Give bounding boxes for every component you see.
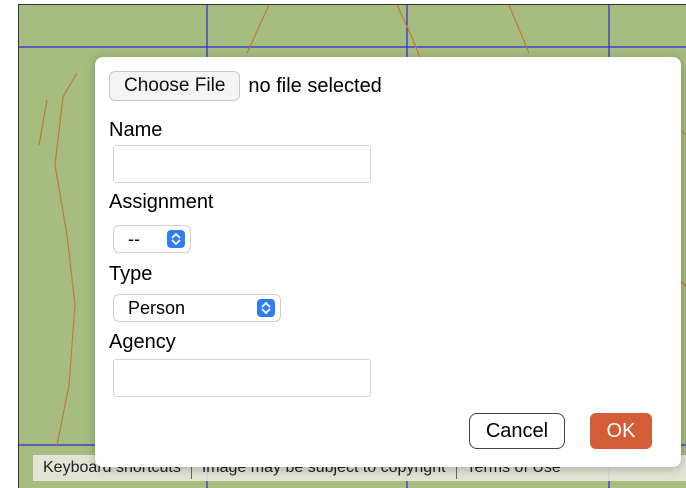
assignment-selected-value: -- <box>128 228 140 249</box>
file-status-text: no file selected <box>248 74 382 97</box>
name-label: Name <box>109 119 163 141</box>
ok-button[interactable]: OK <box>590 413 652 449</box>
choose-file-button[interactable]: Choose File <box>109 71 241 101</box>
assignment-label: Assignment <box>109 191 214 213</box>
select-arrows-icon <box>257 299 275 317</box>
cancel-button[interactable]: Cancel <box>469 413 565 449</box>
contour-line <box>396 5 422 61</box>
name-input[interactable] <box>113 145 371 183</box>
select-arrows-icon <box>167 230 185 248</box>
contour-line <box>38 99 48 146</box>
type-label: Type <box>109 263 153 285</box>
contour-line <box>508 5 530 54</box>
type-select[interactable]: Person <box>113 294 281 322</box>
add-marker-dialog: Choose File no file selected Name Assign… <box>95 57 681 467</box>
agency-input[interactable] <box>113 359 371 397</box>
map-viewport[interactable]: Keyboard shortcuts Image may be subject … <box>18 4 686 488</box>
file-picker: Choose File no file selected <box>109 71 382 101</box>
contour-line <box>246 5 270 54</box>
agency-label: Agency <box>109 331 176 353</box>
contour-line <box>54 72 78 446</box>
type-selected-value: Person <box>128 297 186 318</box>
assignment-select[interactable]: -- <box>113 225 191 253</box>
